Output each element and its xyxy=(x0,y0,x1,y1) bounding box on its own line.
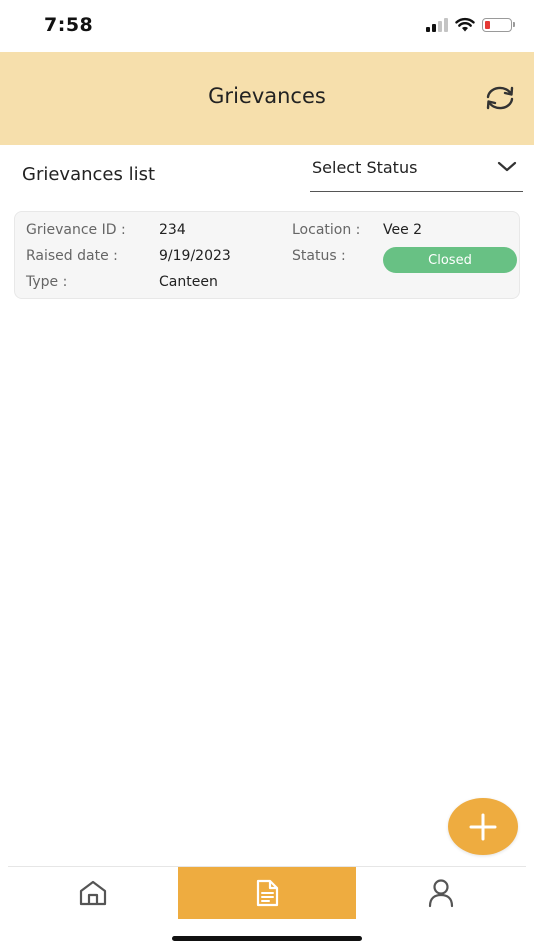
page-title: Grievances xyxy=(208,84,326,108)
home-indicator xyxy=(172,936,362,941)
status-icons xyxy=(426,17,515,32)
refresh-button[interactable] xyxy=(482,80,518,116)
battery-icon xyxy=(482,17,515,32)
status-bar: 7:58 xyxy=(0,0,534,52)
bottom-nav xyxy=(8,866,526,919)
profile-icon xyxy=(428,879,454,908)
raised-date-value: 9/19/2023 xyxy=(159,248,231,264)
status-select[interactable]: Select Status xyxy=(310,152,523,192)
location-value: Vee 2 xyxy=(383,222,423,238)
refresh-icon xyxy=(486,86,514,110)
plus-icon xyxy=(469,813,497,840)
document-icon xyxy=(256,879,279,907)
status-badge: Closed xyxy=(383,247,517,273)
status-label: Status : xyxy=(292,248,346,264)
list-title: Grievances list xyxy=(22,164,156,185)
nav-profile[interactable] xyxy=(356,867,526,919)
nav-home[interactable] xyxy=(8,867,178,919)
grievance-card[interactable]: Grievance ID : 234 Location : Vee 2 Rais… xyxy=(14,211,520,299)
add-grievance-button[interactable] xyxy=(448,798,518,855)
location-label: Location : xyxy=(292,222,361,238)
raised-date-label: Raised date : xyxy=(26,248,118,264)
grievance-id-value: 234 xyxy=(159,222,186,238)
status-select-value: Select Status xyxy=(312,158,418,177)
grievance-id-label: Grievance ID : xyxy=(26,222,126,238)
wifi-icon xyxy=(455,17,475,32)
app-header: Grievances xyxy=(0,52,534,145)
type-label: Type : xyxy=(26,274,68,290)
nav-grievances[interactable] xyxy=(178,867,356,919)
signal-icon xyxy=(426,17,448,32)
home-icon xyxy=(79,880,107,906)
status-time: 7:58 xyxy=(44,14,94,36)
type-value: Canteen xyxy=(159,274,218,290)
chevron-down-icon xyxy=(497,161,517,172)
